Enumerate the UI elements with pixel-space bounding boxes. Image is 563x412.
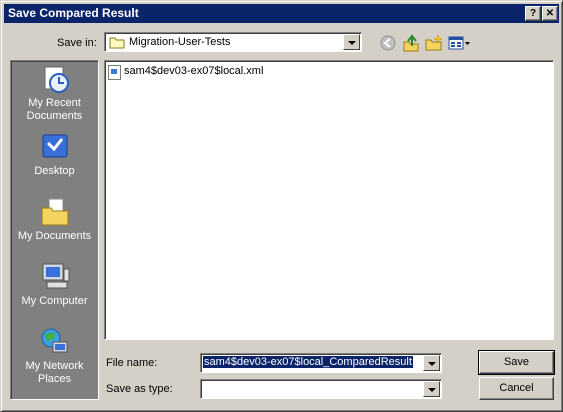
place-my-computer[interactable]: My Computer [11,261,98,308]
file-name-label: File name: [106,357,158,369]
up-folder-icon [403,34,419,52]
place-label: My Network Places [25,360,84,385]
place-recent-documents[interactable]: My Recent Documents [11,63,98,123]
file-name-input[interactable]: sam4$dev03-ex07$local_ComparedResult [203,356,413,368]
places-bar: My Recent Documents Desktop My Documents [10,60,99,400]
view-menu-button[interactable] [448,34,472,52]
recent-documents-icon [39,63,71,95]
place-label: My Computer [21,295,88,307]
place-label: Desktop [34,165,75,177]
file-list[interactable]: sam4$dev03-ex07$local.xml [104,60,554,340]
file-name-combo[interactable]: sam4$dev03-ex07$local_ComparedResult [200,353,442,373]
place-network-places[interactable]: My Network Places [11,326,98,386]
views-icon [448,36,470,50]
save-in-label: Save in: [57,37,97,49]
cancel-button[interactable]: Cancel [479,377,554,400]
help-button[interactable]: ? [525,6,541,21]
file-name: sam4$dev03-ex07$local.xml [124,65,264,77]
my-computer-icon [39,261,71,293]
close-button[interactable]: ✕ [542,6,558,21]
file-name-dropdown-button[interactable] [423,355,440,371]
place-label: My Documents [17,230,92,242]
place-label: My Recent Documents [26,97,83,122]
close-icon: ✕ [545,8,555,19]
save-in-combo[interactable]: Migration-User-Tests [104,32,362,52]
save-in-value: Migration-User-Tests [129,36,231,48]
my-documents-icon [39,196,71,228]
save-as-type-label: Save as type: [106,383,173,395]
save-in-dropdown-button[interactable] [343,34,360,50]
xml-file-icon [108,65,121,80]
save-button[interactable]: Save [478,350,555,375]
place-desktop[interactable]: Desktop [11,131,98,178]
place-my-documents[interactable]: My Documents [11,196,98,243]
back-arrow-icon [380,35,396,51]
title-bar[interactable]: Save Compared Result ? ✕ [4,4,559,23]
desktop-icon [39,131,71,163]
folder-icon [109,37,125,49]
save-as-type-combo[interactable] [200,379,442,399]
back-button[interactable] [379,34,397,52]
help-icon: ? [529,8,537,19]
save-dialog: Save Compared Result ? ✕ Save in: Migrat… [0,0,563,412]
network-places-icon [39,326,71,358]
new-folder-button[interactable] [425,34,443,52]
up-one-level-button[interactable] [402,34,420,52]
window-title: Save Compared Result [8,6,139,20]
new-folder-icon [425,34,443,51]
save-as-type-dropdown-button[interactable] [423,381,440,397]
